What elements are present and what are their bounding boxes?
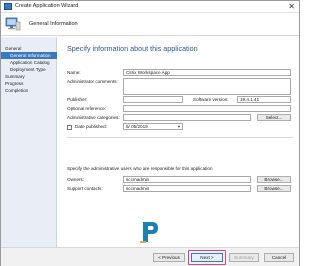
date-published-checkbox[interactable]: [67, 125, 72, 130]
support-contacts-field[interactable]: sccmadmin: [123, 185, 251, 192]
admin-categories-label: Administrative categories:: [67, 115, 120, 120]
software-version-label: Software version:: [193, 97, 229, 102]
watermark-logo-icon: [140, 222, 158, 243]
admin-comments-field[interactable]: [123, 78, 291, 95]
previous-button[interactable]: < Previous: [153, 253, 185, 262]
select-categories-button[interactable]: Select...: [257, 114, 291, 121]
computer-icon: [5, 17, 21, 31]
owners-label: Owners:: [67, 177, 85, 182]
next-button-highlight: [188, 250, 226, 265]
calendar-dropdown-icon[interactable]: ▼: [177, 124, 181, 129]
nav-item-summary[interactable]: Summary: [1, 73, 57, 80]
software-version-field[interactable]: 19.4.1.41: [237, 96, 291, 103]
nav-item-general[interactable]: General: [1, 45, 57, 52]
section-divider: [67, 137, 293, 138]
wizard-nav: General General Information Application …: [1, 37, 57, 247]
window-title: Create Application Wizard: [15, 3, 79, 9]
close-icon[interactable]: ✕: [288, 1, 295, 12]
date-published-field[interactable]: 5/ 05/2019: [123, 123, 183, 130]
cancel-button[interactable]: Cancel: [264, 253, 294, 262]
title-bar: Create Application Wizard ✕: [1, 1, 299, 13]
publisher-field[interactable]: [123, 96, 183, 103]
main-panel: Specify information about this applicati…: [61, 37, 297, 247]
header-title: General Information: [29, 21, 78, 27]
name-field[interactable]: Citrix Workspace App: [123, 69, 291, 76]
admin-comments-label: Administrator comments:: [67, 79, 118, 84]
admin-categories-field[interactable]: [123, 114, 251, 121]
nav-item-general-information[interactable]: General Information: [1, 52, 57, 59]
support-contacts-label: Support contacts:: [67, 186, 103, 191]
optional-reference-label: Optional reference:: [67, 106, 107, 111]
wizard-window: Create Application Wizard ✕ General Info…: [0, 0, 300, 266]
browse-owners-button[interactable]: Browse...: [257, 176, 291, 183]
wizard-header: General Information: [1, 14, 299, 36]
page-heading: Specify information about this applicati…: [67, 44, 198, 53]
nav-item-deployment-type[interactable]: Deployment Type: [1, 66, 57, 73]
summary-button[interactable]: Summary: [229, 253, 259, 262]
nav-item-completion[interactable]: Completion: [1, 87, 57, 94]
nav-item-application-catalog[interactable]: Application Catalog: [1, 59, 57, 66]
name-label: Name:: [67, 70, 81, 75]
owners-field[interactable]: sccmadmin: [123, 176, 251, 183]
wizard-footer: < Previous Next > Summary Cancel: [1, 247, 299, 266]
app-window-icon: [4, 3, 12, 10]
publisher-label: Publisher:: [67, 97, 88, 102]
owners-caption: Specify the administrative users who are…: [67, 166, 213, 171]
nav-item-progress[interactable]: Progress: [1, 80, 57, 87]
optional-reference-field[interactable]: [123, 105, 291, 112]
date-published-label: Date published:: [75, 124, 107, 129]
browse-support-contacts-button[interactable]: Browse...: [257, 185, 291, 192]
